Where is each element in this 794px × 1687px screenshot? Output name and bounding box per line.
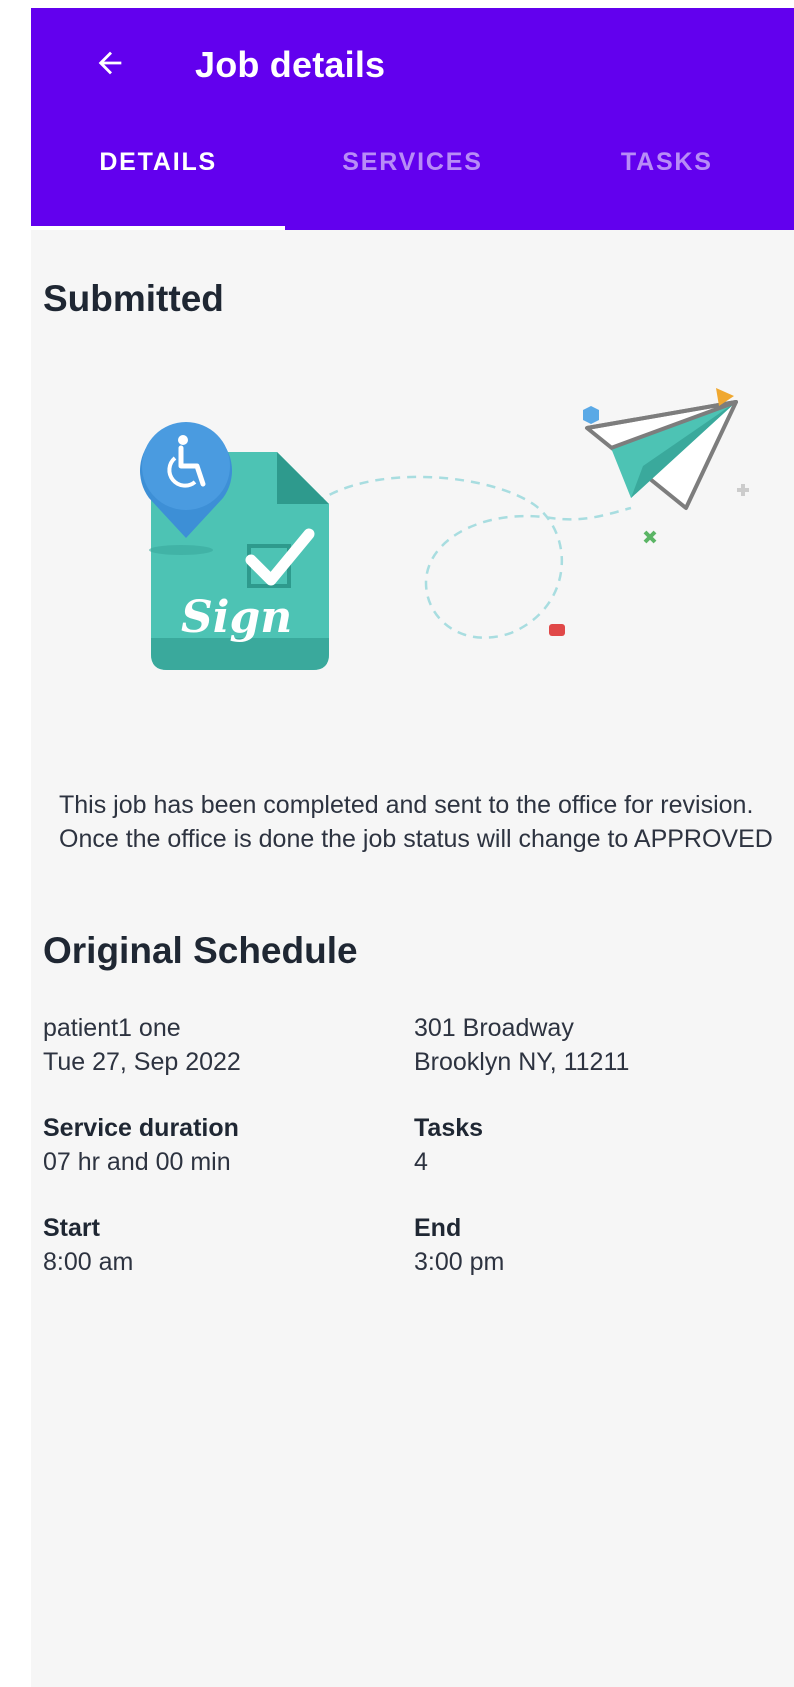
status-description: This job has been completed and sent to …: [59, 791, 773, 853]
patient-info: patient1 one Tue 27, Sep 2022: [43, 1011, 241, 1079]
address-info: 301 Broadway Brooklyn NY, 11211: [414, 1011, 629, 1079]
schedule-date: Tue 27, Sep 2022: [43, 1048, 241, 1076]
confetti-plus: [737, 484, 749, 496]
submitted-illustration: Sign: [140, 388, 749, 670]
start-label: Start: [43, 1214, 100, 1242]
confetti-hexagon: [583, 406, 599, 424]
paper-plane-icon: [585, 400, 738, 510]
page-title: Job details: [195, 44, 386, 85]
back-button[interactable]: [85, 38, 135, 88]
tab-tasks[interactable]: TASKS: [540, 128, 794, 230]
tasks-label: Tasks: [414, 1114, 484, 1142]
end-label: End: [414, 1214, 462, 1242]
app-bar: Job details DETAILS SERVICES TASKS: [31, 8, 794, 230]
section-title: Original Schedule: [43, 930, 358, 971]
arrow-left-icon: [98, 51, 122, 75]
tasks-block: Tasks 4: [414, 1111, 483, 1179]
sign-label: Sign: [181, 592, 292, 643]
address-line-1: 301 Broadway: [414, 1014, 574, 1042]
tab-bar: DETAILS SERVICES TASKS: [31, 128, 794, 230]
end-value: 3:00 pm: [414, 1248, 505, 1276]
confetti-cross: [643, 530, 657, 544]
tab-details[interactable]: DETAILS: [31, 128, 286, 230]
start-value: 8:00 am: [43, 1248, 134, 1276]
confetti-square: [549, 624, 565, 636]
service-duration-value: 07 hr and 00 min: [43, 1148, 231, 1176]
service-duration-label: Service duration: [43, 1114, 239, 1142]
tab-services[interactable]: SERVICES: [285, 128, 539, 230]
address-line-2: Brooklyn NY, 11211: [414, 1048, 630, 1076]
dashed-trail: [315, 475, 632, 639]
service-duration-block: Service duration 07 hr and 00 min: [43, 1111, 239, 1179]
patient-name: patient1 one: [43, 1014, 181, 1042]
start-block: Start 8:00 am: [43, 1211, 133, 1279]
job-details-screen: Job details DETAILS SERVICES TASKS Submi…: [31, 8, 794, 1687]
tasks-value: 4: [414, 1148, 428, 1176]
status-title: Submitted: [43, 278, 224, 319]
end-block: End 3:00 pm: [414, 1211, 504, 1279]
